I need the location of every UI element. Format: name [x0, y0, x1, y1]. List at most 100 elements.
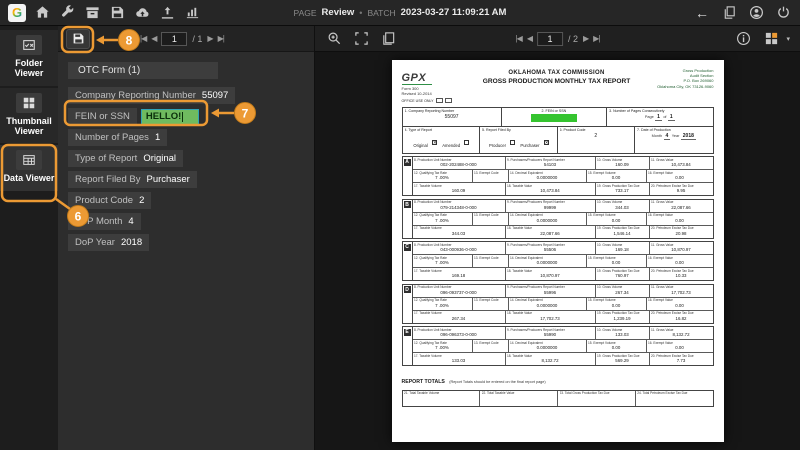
sidebar-item-label: Folder Viewer — [14, 58, 44, 79]
form-cell: 12. Qualifying Tax Rate 7 .00% — [413, 340, 473, 353]
form-cell: 17. Taxable Volume 169.18 — [413, 268, 506, 281]
back-arrow-icon[interactable]: ← — [693, 4, 711, 22]
form-section-D: D 8. Production Unit Number 096-093737-0-0… — [401, 283, 714, 324]
topbar: G PAGE Review • BATCH 2023-03-27 11:09:2… — [0, 0, 800, 26]
viewer-tools — [325, 30, 397, 48]
previous-page-button[interactable]: ◀ — [527, 34, 533, 43]
sidebar-item-thumbnail-viewer[interactable]: Thumbnail Viewer — [0, 87, 58, 144]
doc-field-pages: 3. Number of Pages Consecutively Page 1 … — [609, 108, 675, 122]
form-cell: 13. Exempt Code — [473, 297, 509, 310]
form-cell: 20. Petroleum Excise Tax Due 20.98 — [651, 226, 694, 236]
field-chip-dop-month[interactable]: DoP Month 4 — [68, 213, 141, 230]
doc-field-fein[interactable]: 2. FEIN or SSN — [502, 107, 608, 126]
documents-icon[interactable] — [720, 4, 738, 22]
sidebar-item-folder-viewer[interactable]: Folder Viewer — [0, 30, 58, 86]
section-letter: B — [403, 201, 411, 209]
user-icon[interactable] — [747, 4, 765, 22]
form-cell: 16. Exempt Value 0.00 — [648, 213, 684, 223]
form-cell: 11. Gross Value 10,870.97 — [651, 242, 691, 253]
power-icon[interactable] — [774, 4, 792, 22]
doc-header: GPX Form 300 Revised 10-2014 OFFICE USE … — [401, 68, 714, 103]
first-page-button[interactable]: |◀ — [516, 34, 523, 43]
sidebar-item-label: Data Viewer — [3, 173, 55, 184]
sidebar-item-data-viewer[interactable]: Data Viewer — [0, 145, 58, 191]
save-disk-icon[interactable] — [108, 4, 126, 22]
total-cell: 22. Total Taxable Value — [480, 390, 558, 406]
form-cell: 20. Petroleum Excise Tax Due 9.95 — [651, 183, 694, 194]
form-section-C: C 8. Production Unit Number 043-000936-0-0… — [401, 241, 714, 282]
record-number-input[interactable]: 1 — [161, 31, 188, 46]
last-record-button[interactable]: ▶| — [218, 34, 225, 43]
fit-to-window-icon[interactable] — [352, 30, 370, 48]
document-page[interactable]: GPX Form 300 Revised 10-2014 OFFICE USE … — [391, 60, 724, 442]
field-value: 4 — [128, 216, 134, 227]
section-letter: E — [403, 328, 411, 336]
form-cell: 13. Exempt Code — [473, 170, 509, 183]
form-cell: 15. Exempt Volume 0.00 — [587, 297, 647, 310]
form-cell: 9. Purchasers/Producers Report Number 999… — [506, 199, 596, 212]
chevron-down-icon[interactable]: ▾ — [786, 35, 790, 43]
previous-record-button[interactable]: ◀ — [151, 34, 157, 43]
next-record-button[interactable]: ▶ — [207, 34, 213, 43]
first-record-button[interactable]: |◀ — [140, 34, 147, 43]
field-value: 2018 — [120, 237, 143, 248]
tools-icon[interactable] — [58, 4, 76, 22]
field-row-dop-year: DoP Year 2018 — [68, 234, 304, 251]
archive-icon[interactable] — [83, 4, 101, 22]
field-label: Product Code — [75, 195, 134, 206]
doc-title-2: GROSS PRODUCTION MONTHLY TAX REPORT — [482, 77, 631, 85]
field-chip-number-of-pages[interactable]: Number of Pages 1 — [68, 129, 168, 146]
page-number-input[interactable]: 1 — [536, 31, 563, 46]
form-cell: 10. Gross Volume 133.03 — [596, 327, 650, 340]
field-value: HELLO! — [145, 111, 182, 122]
checkbox-purchaser — [543, 140, 549, 146]
form-cell: 9. Purchasers/Producers Report Number 541… — [506, 157, 596, 170]
field-chip-company-reporting-number[interactable]: Company Reporting Number 55097 — [68, 87, 236, 104]
doc-sections: A 8. Production Unit Number 002-202488-0-0… — [401, 156, 714, 367]
field-chip-type-of-report[interactable]: Type of Report Original — [68, 150, 184, 167]
chart-icon[interactable] — [183, 4, 201, 22]
total-cell: 23. Total Gross Production Tax Due — [558, 390, 636, 406]
data-panel-body: OTC Form (1) Company Reporting Number 550… — [58, 52, 314, 263]
section-letter-cell: A — [403, 157, 413, 196]
app-logo[interactable]: G — [8, 3, 26, 22]
gpx-logo: GPX — [401, 72, 433, 85]
cloud-upload-icon[interactable] — [133, 4, 151, 22]
pages-icon[interactable] — [379, 30, 397, 48]
view-options-icon[interactable] — [762, 30, 780, 48]
totals-note: (Report Totals should be entered on the … — [449, 380, 546, 385]
field-value: 55097 — [201, 90, 229, 101]
form-cell: 10. Gross Volume 169.18 — [596, 242, 650, 255]
form-cell: 9. Purchasers/Producers Report Number 559… — [506, 327, 596, 340]
data-fields: Company Reporting Number 55097 FEIN or SSN… — [68, 87, 304, 251]
field-input-fein-or-ssn[interactable]: HELLO! — [140, 108, 199, 125]
page-pagination: |◀ ◀ 1 / 2 ▶ ▶| — [516, 31, 600, 46]
form-title[interactable]: OTC Form (1) — [68, 62, 218, 79]
field-chip-product-code[interactable]: Product Code 2 — [68, 192, 152, 209]
field-chip-dop-year[interactable]: DoP Year 2018 — [68, 234, 150, 251]
data-viewer-icon — [16, 150, 42, 171]
field-label: FEIN or SSN — [75, 111, 130, 122]
form-cell: 12. Qualifying Tax Rate 7 .00% — [413, 212, 473, 225]
form-cell: 10. Gross Volume 160.09 — [596, 157, 650, 170]
save-button[interactable] — [66, 28, 90, 49]
form-cell: 13. Exempt Code — [473, 255, 509, 268]
doc-revised: Revised 10-2014 — [401, 91, 432, 97]
form-cell: 16. Exempt Value 0.00 — [648, 298, 684, 308]
form-cell: 13. Exempt Code — [473, 340, 509, 353]
doc-field-company-number: 1. Company Reporting Number 55097 — [403, 107, 502, 126]
form-cell: 10. Gross Volume 344.03 — [596, 199, 650, 212]
next-page-button[interactable]: ▶ — [583, 34, 589, 43]
page-label: PAGE — [293, 7, 317, 18]
field-chip-fein-or-ssn[interactable]: FEIN or SSN — [68, 108, 137, 125]
info-icon[interactable] — [734, 30, 752, 48]
export-icon[interactable] — [158, 4, 176, 22]
last-page-button[interactable]: ▶| — [593, 34, 600, 43]
form-cell: 15. Exempt Volume 0.00 — [587, 255, 647, 268]
fein-highlight-region[interactable] — [530, 114, 577, 123]
doc-title-block: OKLAHOMA TAX COMMISSION GROSS PRODUCTION… — [466, 68, 648, 103]
field-chip-report-filed-by[interactable]: Report Filed By Purchaser — [68, 171, 197, 188]
form-cell: 8. Production Unit Number 079-214348-0-00… — [413, 199, 506, 212]
home-icon[interactable] — [33, 4, 51, 22]
zoom-icon[interactable] — [325, 30, 343, 48]
